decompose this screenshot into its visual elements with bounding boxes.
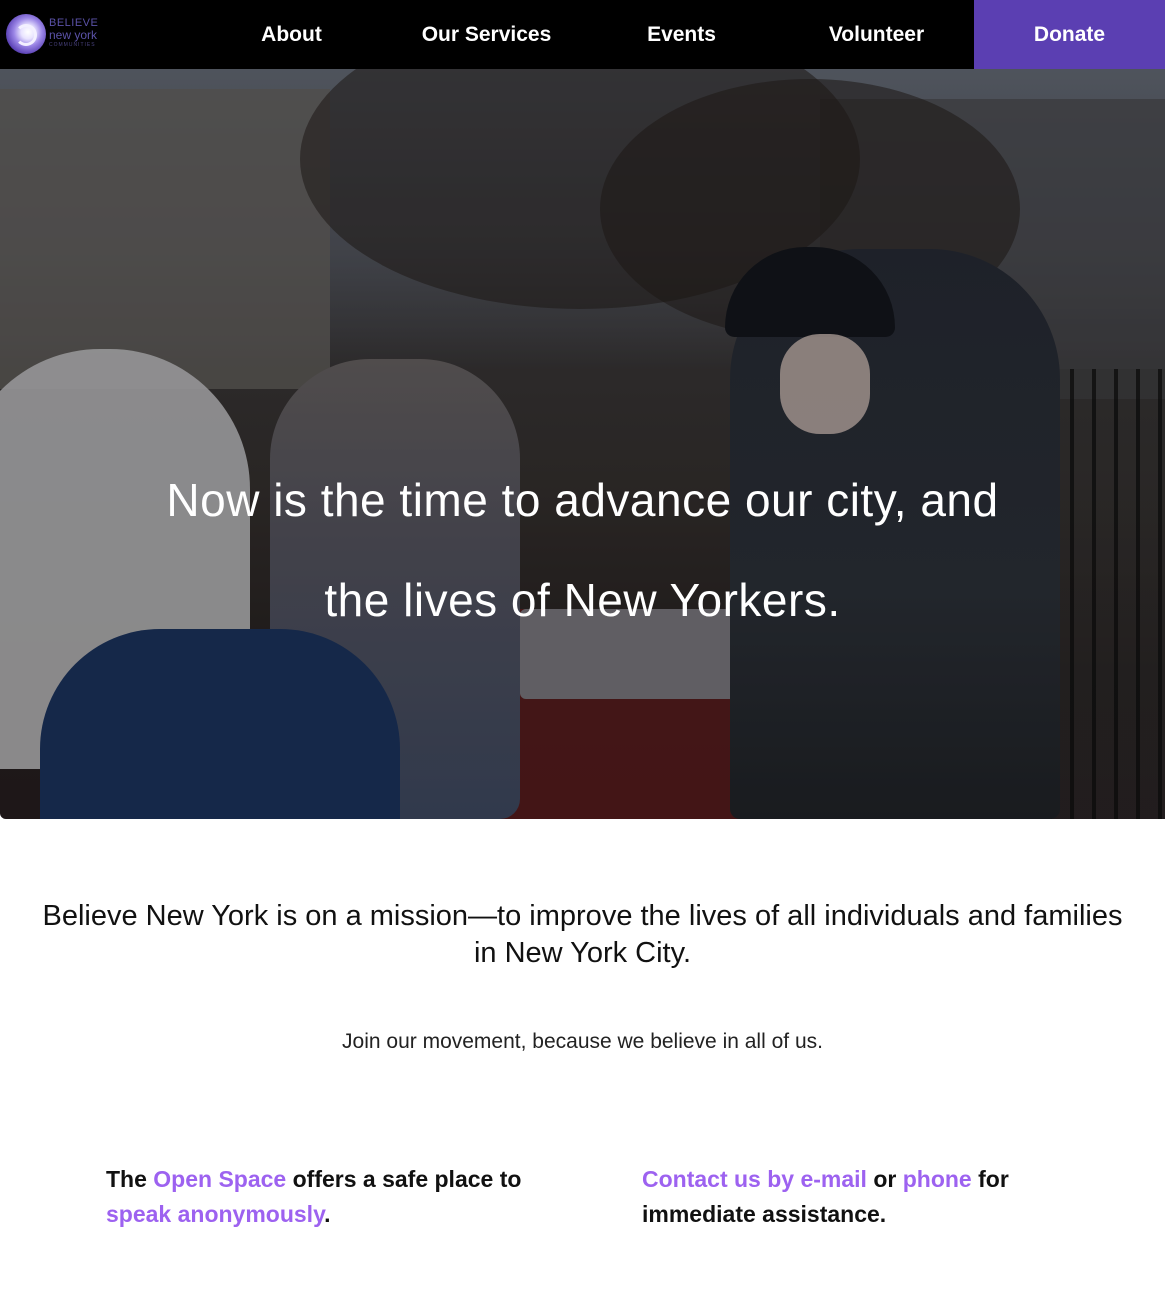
nav-events[interactable]: Events: [584, 0, 779, 69]
info-text: offers a safe place to: [286, 1166, 522, 1192]
top-navigation: BELIEVE new york COMMUNITIES About Our S…: [0, 0, 1165, 69]
hero-headline-line2: the lives of New Yorkers.: [324, 574, 841, 626]
phone-link[interactable]: phone: [903, 1166, 972, 1192]
open-space-link[interactable]: Open Space: [153, 1166, 286, 1192]
logo-text-new-york: new york: [49, 28, 98, 42]
contact-info: Contact us by e-mail or phone for immedi…: [642, 1162, 1072, 1232]
open-space-info: The Open Space offers a safe place to sp…: [106, 1162, 536, 1232]
info-text: or: [866, 1166, 903, 1192]
info-text: The: [106, 1166, 154, 1192]
believe-new-york-logo[interactable]: BELIEVE new york COMMUNITIES: [6, 12, 102, 56]
hero-headline-line1: Now is the time to advance our city, and: [166, 474, 999, 526]
nav-about[interactable]: About: [194, 0, 389, 69]
donate-button[interactable]: Donate: [974, 0, 1165, 69]
contact-email-link[interactable]: Contact us by e-mail: [642, 1166, 867, 1192]
hero-overlay: [0, 69, 1165, 819]
speak-anonymously-link[interactable]: speak anonymously: [106, 1201, 324, 1227]
logo-orb-icon: [6, 14, 46, 54]
nav-volunteer[interactable]: Volunteer: [779, 0, 974, 69]
nav-our-services[interactable]: Our Services: [389, 0, 584, 69]
hero-headline: Now is the time to advance our city, and…: [0, 450, 1165, 650]
hero-banner: Now is the time to advance our city, and…: [0, 69, 1165, 819]
logo-text-tagline: COMMUNITIES: [49, 42, 96, 48]
join-movement-text: Join our movement, because we believe in…: [342, 1030, 823, 1053]
mission-statement: Believe New York is on a mission—to impr…: [42, 900, 1123, 969]
info-text: .: [324, 1201, 331, 1227]
